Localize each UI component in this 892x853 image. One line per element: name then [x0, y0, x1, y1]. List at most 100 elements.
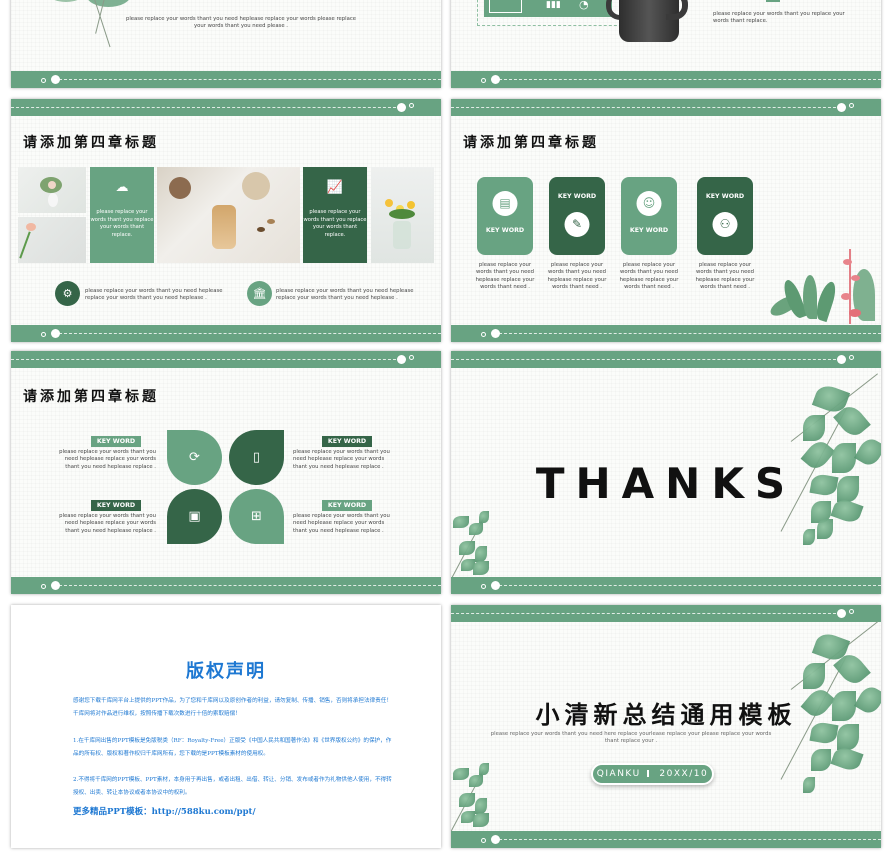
copyright-title: 版权声明: [186, 661, 266, 682]
dashed-line: [499, 333, 881, 334]
ring-dot: [849, 103, 854, 108]
kettle-handle: [666, 0, 688, 20]
bar-chart-icon: ▮▮▮: [546, 0, 561, 10]
mobile-id-icon: ▣: [167, 489, 222, 544]
top-bar: [451, 99, 881, 116]
slide-description: please replace your words thant you repl…: [713, 11, 845, 25]
bottom-bar: [11, 325, 441, 342]
copyright-paragraph: 感谢您下载千库网平台上提供的PPT作品，为了您和千库网以及原创作者的利益，请勿复…: [73, 698, 392, 717]
copyright-paragraph: 2.不得将千库网的PPT模板、PPT素材，本身用于再出售，或者出租、出借、转让、…: [73, 777, 392, 796]
date: 20XX/10: [659, 769, 709, 779]
dot: [397, 355, 406, 364]
bottom-bar: [451, 325, 881, 342]
ring-dot: [41, 78, 46, 83]
cycle-people-icon: ⟳: [167, 430, 222, 485]
tulip-photo: [18, 217, 86, 263]
keyword-label: KEY WORD: [485, 227, 525, 234]
slide-thumbnail-1[interactable]: please replace your words thant you need…: [11, 0, 441, 88]
thanks-heading: THANKS: [535, 459, 797, 508]
keyword-description: please replace your words thant you need…: [695, 262, 755, 291]
bottom-bar: [451, 577, 881, 594]
keyword-description: please replace your words thant you need…: [293, 513, 390, 534]
keyword-description: please replace your words thant you need…: [293, 449, 390, 470]
bank-icon: 🏛: [247, 281, 272, 306]
slide-thumbnail-8[interactable]: 小清新总结通用模板 please replace your words than…: [451, 605, 881, 848]
keyword-description: please replace your words thant you need…: [59, 513, 156, 534]
bottom-item-text: please replace your words thant you need…: [276, 288, 414, 302]
slide-title: 请添加第四章标题: [23, 135, 159, 151]
dot: [837, 103, 846, 112]
book-and-drink-photo: [157, 167, 300, 263]
text-card-light: ☁ please replace your words thant you re…: [90, 167, 154, 263]
laptop-cloud-icon: ☁: [115, 180, 129, 195]
keyword-tag: KEY WORD: [91, 500, 141, 511]
dashed-line: [451, 613, 841, 614]
keyword-card: KEY WORD ✎: [549, 177, 605, 255]
slide-thumbnail-3[interactable]: 请添加第四章标题 ☁ please replace your words tha…: [11, 99, 441, 342]
ring-dot: [481, 78, 486, 83]
text-card-dark: 📈 please replace your words thant you re…: [303, 167, 367, 263]
cover-subtitle: please replace your words thant you need…: [490, 731, 772, 745]
keyword-description: please replace your words thant you need…: [475, 262, 535, 291]
notebook-icon: ▤: [492, 191, 518, 216]
top-bar: [451, 605, 881, 622]
keyword-card: ▤ KEY WORD: [477, 177, 533, 255]
dashed-line: [451, 107, 841, 108]
ring-dot: [409, 355, 414, 360]
card-text: please replace your words thant you repl…: [90, 209, 154, 238]
ring-dot: [41, 332, 46, 337]
more-templates-link[interactable]: 更多精品PPT模板：http://588ku.com/ppt/: [73, 805, 256, 817]
separator: [647, 770, 650, 777]
dashed-line: [59, 79, 441, 80]
ring-dot: [41, 584, 46, 589]
icon-panel: ⊥ ▮▮▮ ◔: [484, 0, 612, 17]
keyword-description: please replace your words thant you need…: [547, 262, 607, 291]
bottom-bar: [11, 577, 441, 594]
cover-title: 小清新总结通用模板: [535, 701, 797, 729]
keyword-description: please replace your words thant you need…: [59, 449, 156, 470]
monitor-chart-icon: 📈: [326, 180, 344, 195]
bottom-bar: [451, 71, 881, 88]
tablet-chart-icon: ▯: [229, 430, 284, 485]
keyword-tag: KEY WORD: [322, 500, 372, 511]
copyright-paragraph: 1.在千库网出售的PPT模板是免版税类（RF：Royalty-Free）正版受《…: [73, 738, 392, 757]
bottom-bar: [11, 71, 441, 88]
browser-box-icon: ⊞: [229, 489, 284, 544]
presenter-icon: ⊥: [502, 0, 510, 2]
slide-thumbnail-6[interactable]: THANKS: [451, 351, 881, 594]
presenter-frame: ⊥: [489, 0, 522, 13]
top-bar: [11, 99, 441, 116]
dashed-line: [59, 585, 441, 586]
bottom-item-text: please replace your words thant you need…: [85, 288, 223, 302]
card-text: please replace your words thant you repl…: [303, 209, 367, 238]
keyword-card: KEY WORD ⚇: [697, 177, 753, 255]
slide-title: 请添加第四章标题: [23, 389, 159, 405]
keyword-tag: KEY WORD: [91, 436, 141, 447]
keyword-tag: KEY WORD: [322, 436, 372, 447]
slide-thumbnail-2[interactable]: ⊥ ▮▮▮ ◔ please replace your words thant …: [451, 0, 881, 88]
keyword-label: KEY WORD: [705, 193, 745, 200]
author-date-badge: QIANKU 20XX/10: [591, 763, 714, 785]
keyword-label: KEY WORD: [629, 227, 669, 234]
person-chat-icon: ☺: [636, 191, 662, 216]
eucalyptus-leaf-image: [86, 0, 131, 7]
green-marker: [766, 0, 780, 2]
slide-thumbnail-5[interactable]: 请添加第四章标题 KEY WORD please replace your wo…: [11, 351, 441, 594]
yellow-flowers-photo: [371, 167, 434, 263]
dashed-line: [59, 333, 441, 334]
bottom-bar: [451, 831, 881, 848]
keyword-label: KEY WORD: [557, 193, 597, 200]
ring-dot: [481, 838, 486, 843]
dashed-line: [451, 359, 841, 360]
dot: [397, 103, 406, 112]
dashed-line: [499, 839, 881, 840]
slide-thumbnail-7[interactable]: 版权声明 感谢您下载千库网平台上提供的PPT作品，为了您和千库网以及原创作者的利…: [11, 605, 441, 848]
dot: [837, 355, 846, 364]
ring-dot: [481, 332, 486, 337]
slide-thumbnail-4[interactable]: 请添加第四章标题 ▤ KEY WORD KEY WORD ✎ ☺ KEY WOR…: [451, 99, 881, 342]
eucalyptus-leaf-image: [46, 0, 86, 2]
dashed-line: [11, 107, 401, 108]
keyword-card: ☺ KEY WORD: [621, 177, 677, 255]
flower-vase-photo: [18, 167, 86, 213]
keyword-description: please replace your words thant you need…: [619, 262, 679, 291]
